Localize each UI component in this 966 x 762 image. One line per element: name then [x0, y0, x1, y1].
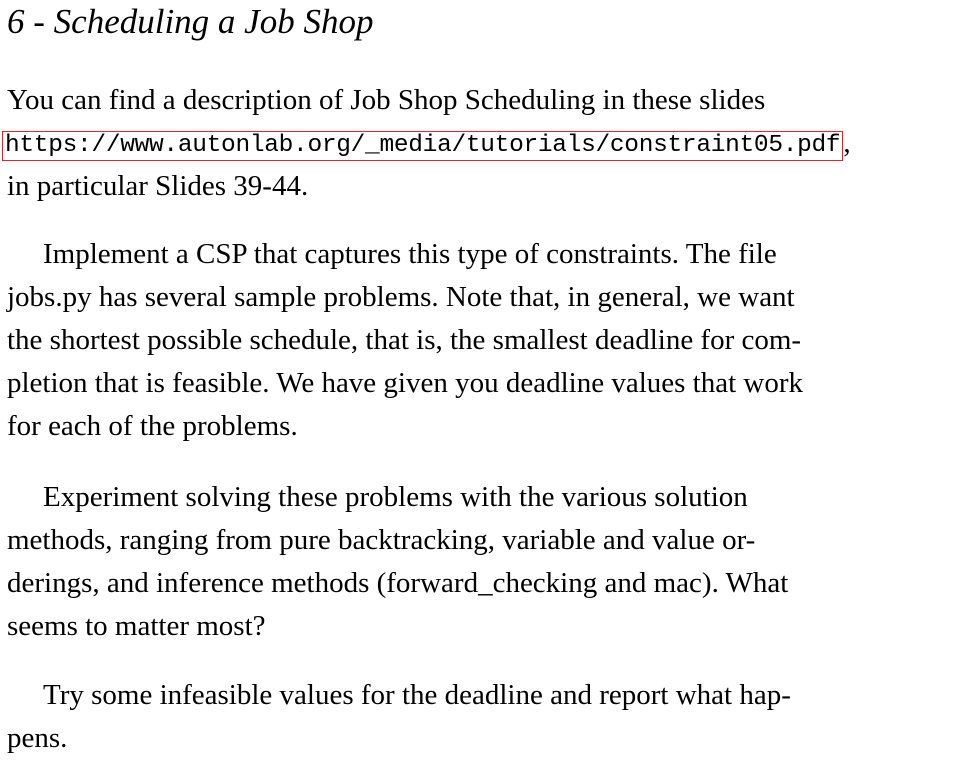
paragraph-line: derings, and inference methods (forward_… — [7, 567, 789, 599]
paragraph-line-text: Implement a CSP that captures this type … — [43, 238, 777, 270]
paragraph-line: in particular Slides 39-44. — [7, 170, 309, 202]
paragraph-line: methods, ranging from pure backtracking,… — [7, 524, 756, 556]
paragraph-infeasible: Try some infeasible values for the deadl… — [7, 674, 953, 760]
paragraph-line: seems to matter most? — [7, 610, 266, 642]
section-title: 6 - Scheduling a Job Shop — [7, 2, 374, 41]
slides-url-link[interactable]: https://www.autonlab.org/_media/tutorial… — [2, 131, 844, 161]
paragraph-line: pens. — [7, 722, 68, 754]
paragraph-line-text: Experiment solving these problems with t… — [43, 481, 748, 513]
paragraph-line: pletion that is feasible. We have given … — [7, 367, 804, 399]
paragraph-line-text: Try some infeasible values for the deadl… — [43, 679, 791, 711]
paragraph-line: You can find a description of Job Shop S… — [7, 84, 766, 116]
paragraph-line: for each of the problems. — [7, 410, 298, 442]
paragraph-line: jobs.py has several sample problems. Not… — [7, 281, 795, 313]
paragraph-implement: Implement a CSP that captures this type … — [7, 233, 953, 448]
paragraph-line: Experiment solving these problems with t… — [7, 476, 953, 519]
paragraph-experiment: Experiment solving these problems with t… — [7, 476, 953, 648]
url-line: https://www.autonlab.org/_media/tutorial… — [2, 122, 953, 165]
paragraph-line: Try some infeasible values for the deadl… — [7, 674, 953, 717]
paragraph-line: the shortest possible schedule, that is,… — [7, 324, 802, 356]
paragraph-description: You can find a description of Job Shop S… — [2, 79, 953, 208]
paragraph-line: Implement a CSP that captures this type … — [7, 233, 953, 276]
url-trailing-comma: , — [843, 127, 851, 159]
